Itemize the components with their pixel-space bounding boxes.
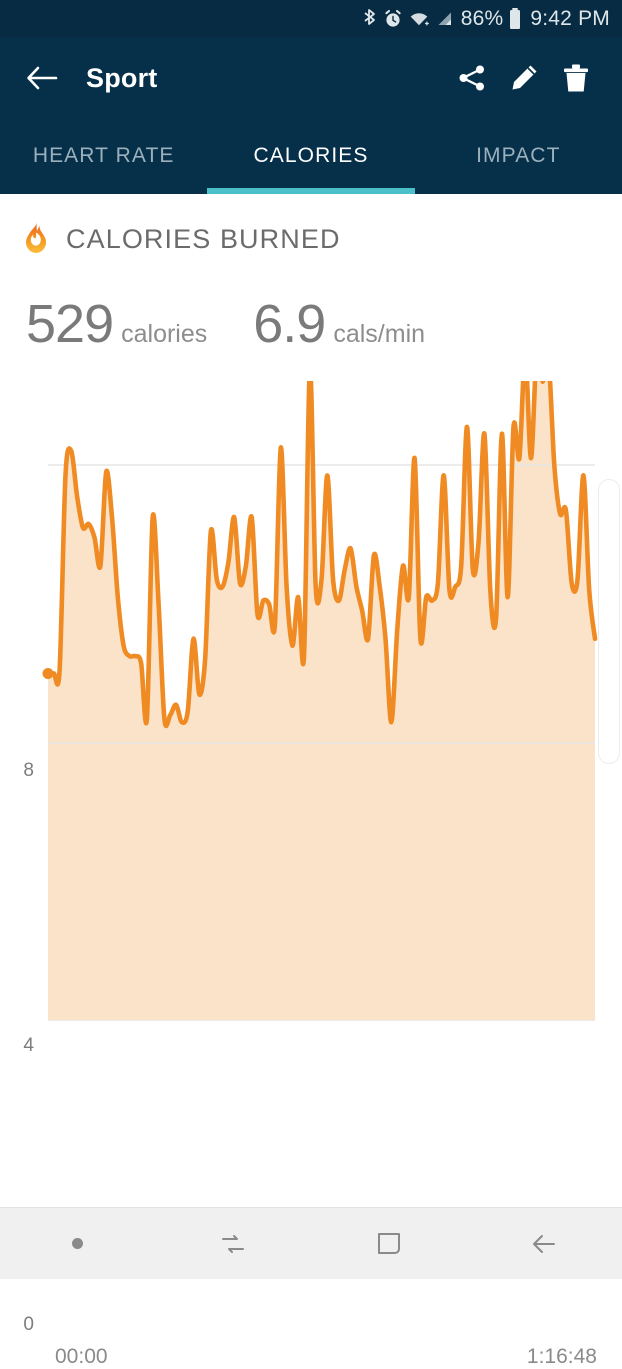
app-bar: Sport	[0, 38, 622, 118]
rate-unit: cals/min	[333, 320, 425, 349]
calories-unit: calories	[121, 320, 207, 349]
alarm-icon	[383, 9, 403, 29]
y-tick-8: 8	[0, 760, 34, 782]
tab-impact[interactable]: IMPACT	[415, 118, 622, 194]
bluetooth-icon	[361, 8, 378, 30]
x-label-start: 00:00	[55, 1345, 108, 1369]
stats-row: 529 calories 6.9 cals/min	[0, 259, 622, 351]
flame-icon	[22, 220, 50, 259]
tab-bar: HEART RATE CALORIES IMPACT	[0, 118, 622, 194]
page-title: Sport	[86, 63, 158, 94]
section-header: CALORIES BURNED	[0, 194, 622, 259]
scrollbar[interactable]	[598, 479, 620, 764]
section-title: CALORIES BURNED	[66, 224, 341, 255]
x-label-end: 1:16:48	[527, 1345, 597, 1369]
status-bar: 86% 9:42 PM	[0, 0, 622, 38]
edit-icon[interactable]	[498, 52, 550, 104]
recents-icon[interactable]	[156, 1228, 312, 1260]
wifi-icon	[408, 9, 431, 29]
cellular-signal-icon	[436, 9, 454, 29]
chart-canvas	[0, 381, 622, 1021]
battery-percent: 86%	[461, 7, 504, 31]
y-tick-0: 0	[0, 1314, 34, 1336]
y-tick-4: 4	[0, 1035, 34, 1057]
calories-value: 529	[26, 297, 113, 351]
system-nav-bar	[0, 1207, 622, 1279]
battery-icon	[508, 7, 522, 31]
content-area: CALORIES BURNED 529 calories 6.9 cals/mi…	[0, 194, 622, 1199]
back-icon[interactable]	[467, 1228, 622, 1260]
calories-chart	[0, 381, 622, 1021]
nav-dot-icon[interactable]	[0, 1238, 156, 1249]
status-clock: 9:42 PM	[530, 7, 610, 31]
home-icon[interactable]	[311, 1229, 467, 1259]
share-icon[interactable]	[446, 52, 498, 104]
back-arrow-icon[interactable]	[20, 56, 64, 100]
chart-start-marker	[43, 668, 54, 679]
rate-value: 6.9	[253, 297, 325, 351]
tab-heart-rate[interactable]: HEART RATE	[0, 118, 207, 194]
tab-calories[interactable]: CALORIES	[207, 118, 414, 194]
delete-icon[interactable]	[550, 52, 602, 104]
